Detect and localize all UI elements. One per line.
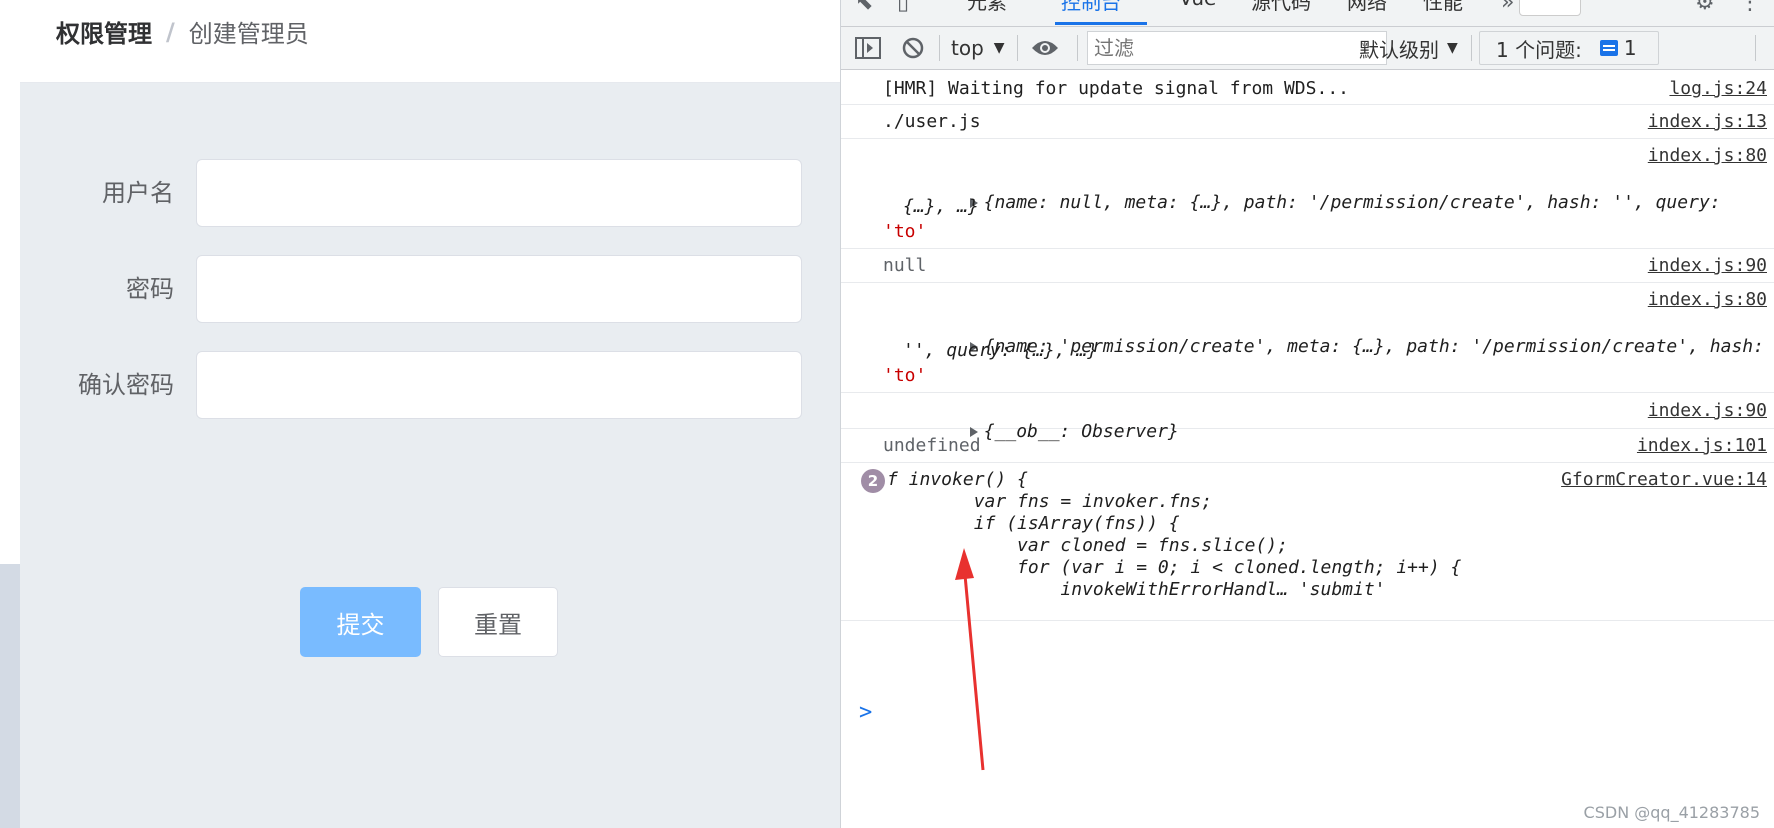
annotation-arrow-line <box>963 574 985 771</box>
annotation-arrow-head <box>955 548 974 580</box>
annotation-arrow <box>955 548 985 771</box>
